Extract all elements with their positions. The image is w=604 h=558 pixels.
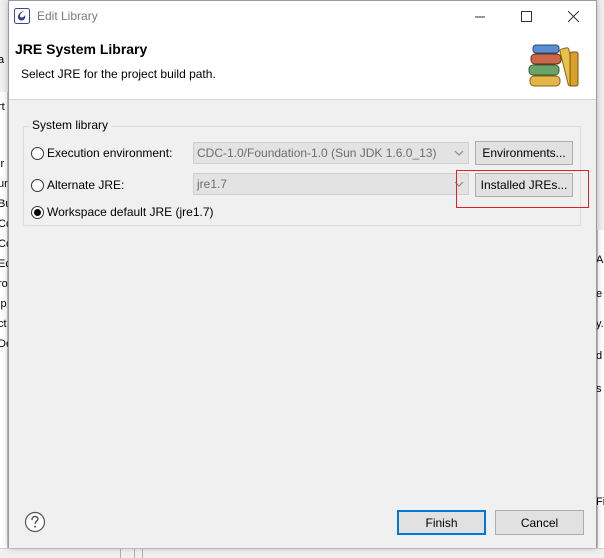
alternate-jre-combo: jre1.7 (193, 173, 469, 195)
annotation-highlight-box (456, 170, 589, 208)
background-text-fragment: a (0, 54, 5, 66)
alternate-jre-radio-row[interactable]: Alternate JRE: (31, 176, 124, 194)
execution-environment-combo: CDC-1.0/Foundation-1.0 (Sun JDK 1.6.0_13… (193, 142, 469, 164)
execution-environment-label: Execution environment: (47, 146, 173, 160)
background-text-fragment: ur (0, 178, 8, 190)
execution-environment-radio-row[interactable]: Execution environment: (31, 144, 172, 162)
workspace-default-jre-radio[interactable] (31, 205, 44, 219)
background-text-fragment: De (0, 338, 8, 350)
dialog-content: System library Execution environment: CD… (9, 100, 596, 486)
banner-title: JRE System Library (15, 41, 148, 57)
background-text-fragment: Ec (0, 258, 8, 270)
workspace-default-jre-label: Workspace default JRE (jre1.7) (47, 205, 214, 219)
minimize-button[interactable] (457, 1, 503, 32)
background-text-fragment: y. (596, 318, 604, 330)
background-text-fragment: ro (0, 278, 8, 290)
background-text-fragment: e (596, 288, 603, 300)
dialog-banner: JRE System Library Select JRE for the pr… (9, 32, 596, 100)
background-text-fragment: Bu (0, 198, 8, 210)
system-library-label: System library (29, 118, 112, 132)
alternate-jre-radio[interactable] (31, 178, 44, 192)
close-button[interactable] (550, 1, 596, 32)
background-text-fragment: ip (0, 298, 7, 310)
background-status-strip (0, 548, 604, 558)
help-icon[interactable] (24, 511, 46, 533)
workspace-default-jre-radio-row[interactable]: Workspace default JRE (jre1.7) (31, 203, 214, 221)
cancel-button[interactable]: Cancel (495, 510, 584, 535)
background-text-fragment: A (596, 254, 604, 266)
background-text-fragment: d (596, 350, 603, 362)
banner-description: Select JRE for the project build path. (21, 67, 216, 81)
background-text-fragment: Fil (596, 496, 604, 508)
background-text-fragment: s (596, 383, 602, 395)
chevron-down-icon (454, 150, 464, 156)
edit-library-dialog: Edit Library JRE System Library Select J… (8, 0, 597, 548)
maximize-button[interactable] (503, 1, 549, 32)
maximize-icon (520, 11, 532, 22)
background-text-fragment: Co (0, 238, 8, 250)
finish-button[interactable]: Finish (397, 510, 486, 535)
close-icon (567, 11, 579, 22)
dialog-footer: Finish Cancel (9, 486, 596, 548)
background-text-fragment: ct (0, 318, 7, 330)
background-text-fragment: Co (0, 218, 8, 230)
alternate-jre-label: Alternate JRE: (47, 178, 125, 192)
background-text-fragment: ir (0, 158, 5, 170)
eclipse-app-icon (14, 8, 30, 24)
background-text-fragment: rt (0, 101, 5, 113)
execution-environment-radio[interactable] (31, 146, 44, 160)
window-title: Edit Library (37, 9, 98, 23)
title-bar: Edit Library (9, 1, 596, 32)
alternate-jre-value: jre1.7 (197, 177, 228, 191)
environments-button[interactable]: Environments... (475, 141, 573, 165)
execution-environment-value: CDC-1.0/Foundation-1.0 (Sun JDK 1.6.0_13… (197, 146, 437, 160)
minimize-icon (475, 16, 485, 17)
library-books-icon (528, 44, 579, 87)
